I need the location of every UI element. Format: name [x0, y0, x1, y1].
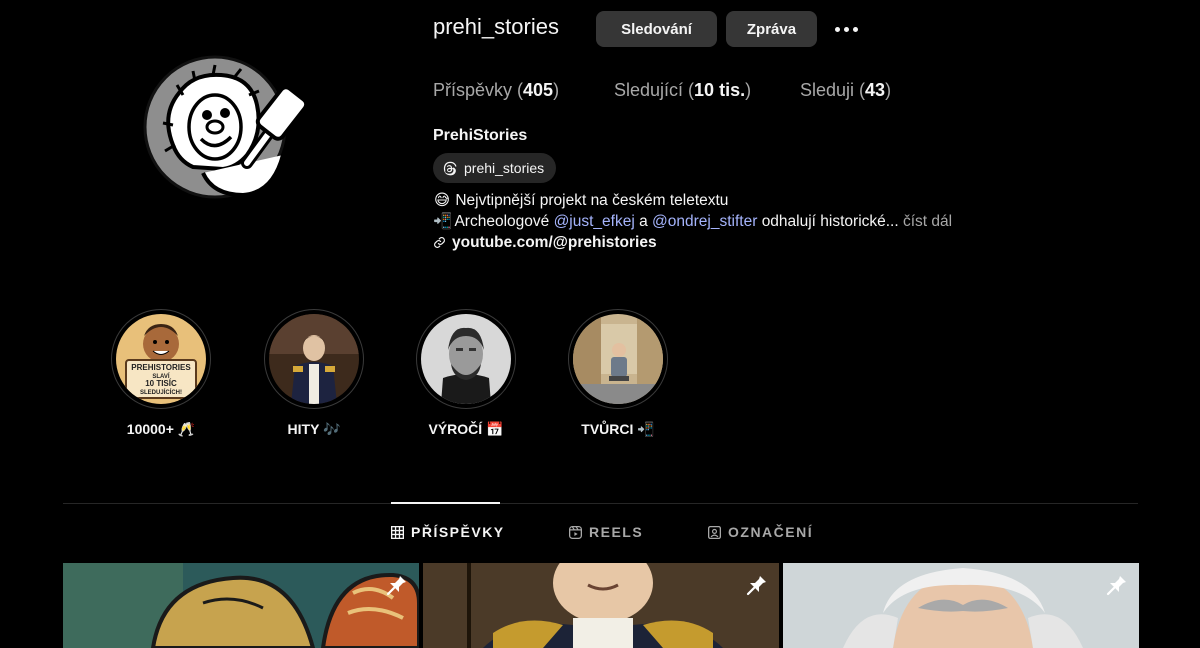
following-button[interactable]: Sledování: [596, 11, 717, 47]
threads-handle: prehi_stories: [464, 160, 545, 176]
highlight-tvurci[interactable]: TVŮRCI 📲: [568, 309, 668, 438]
reels-icon: [569, 525, 582, 539]
highlight-label: TVŮRCI 📲: [581, 421, 655, 437]
link-icon: [434, 237, 445, 248]
sign-text-4: SLEDUJÍCÍCH!: [140, 388, 182, 396]
read-more-link[interactable]: číst dál: [903, 213, 952, 230]
tab-posts[interactable]: PŘÍSPĚVKY: [391, 524, 505, 540]
post-tile[interactable]: [63, 563, 419, 648]
more-options-icon[interactable]: [831, 16, 861, 42]
profile-full-name: PrehiStories: [433, 127, 528, 144]
posts-count: 405: [523, 80, 554, 100]
tagged-icon: [708, 525, 721, 539]
external-link[interactable]: youtube.com/@prehistories: [452, 232, 657, 253]
post-tile[interactable]: [783, 563, 1139, 648]
grid-icon: [391, 525, 404, 539]
threads-badge[interactable]: prehi_stories: [433, 153, 556, 183]
grin-sweat-emoji: 😅: [433, 192, 451, 209]
sign-text-1: PREHISTORIES: [131, 363, 191, 372]
highlight-label: 10000+ 🥂: [126, 421, 196, 437]
highlight-10000-image: PREHISTORIES SLAVÍ 10 TISÍC SLEDUJÍCÍCH!: [116, 314, 206, 404]
mention-ondrej-stifter[interactable]: @ondrej_stifter: [652, 213, 757, 230]
message-button[interactable]: Zpráva: [726, 11, 817, 47]
highlight-label: VÝROČÍ 📅: [428, 421, 504, 437]
highlight-vyroci[interactable]: VÝROČÍ 📅: [416, 309, 516, 438]
pin-icon: [746, 576, 766, 596]
highlight-tvurci-image: [573, 314, 663, 404]
highlight-label: HITY 🎶: [287, 421, 341, 437]
mention-just-efkej[interactable]: @just_efkej: [554, 213, 635, 230]
post-tile[interactable]: [423, 563, 779, 648]
threads-icon: [443, 161, 457, 175]
tabs-divider: [63, 503, 1138, 504]
post-thumbnail: [423, 563, 779, 648]
bio-line-1: 😅 Nejvtipnější projekt na českém teletex…: [433, 192, 729, 209]
following-count: 43: [865, 80, 886, 100]
pin-icon: [386, 576, 406, 596]
tab-reels[interactable]: REELS: [569, 524, 643, 540]
phone-arrow-emoji: 📲: [433, 213, 453, 230]
highlight-vyroci-image: [421, 314, 511, 404]
stat-posts: Příspěvky (405): [433, 80, 560, 100]
profile-username: prehi_stories: [433, 14, 559, 39]
post-thumbnail: [63, 563, 419, 648]
tab-tagged[interactable]: OZNAČENÍ: [708, 524, 813, 540]
followers-count: 10 tis.: [694, 80, 746, 100]
profile-avatar[interactable]: [143, 55, 319, 201]
stat-followers[interactable]: Sledující (10 tis.): [614, 80, 751, 101]
profile-page: prehi_stories Sledování Zpráva Příspěvky…: [0, 0, 1200, 648]
sign-text-3: 10 TISÍC: [145, 379, 177, 388]
stat-following[interactable]: Sleduji (43): [800, 80, 891, 101]
highlight-hity-image: [269, 314, 359, 404]
profile-bio: 😅 Nejvtipnější projekt na českém teletex…: [433, 190, 952, 253]
active-tab-indicator: [391, 502, 500, 504]
pin-icon: [1106, 576, 1126, 596]
highlight-10000[interactable]: PREHISTORIES SLAVÍ 10 TISÍC SLEDUJÍCÍCH!…: [111, 309, 211, 438]
bio-link[interactable]: youtube.com/@prehistories: [433, 232, 952, 253]
post-thumbnail: [783, 563, 1139, 648]
highlight-hity[interactable]: HITY 🎶: [264, 309, 364, 438]
bio-line-2: 📲 Archeologové @just_efkej a @ondrej_sti…: [433, 213, 953, 230]
